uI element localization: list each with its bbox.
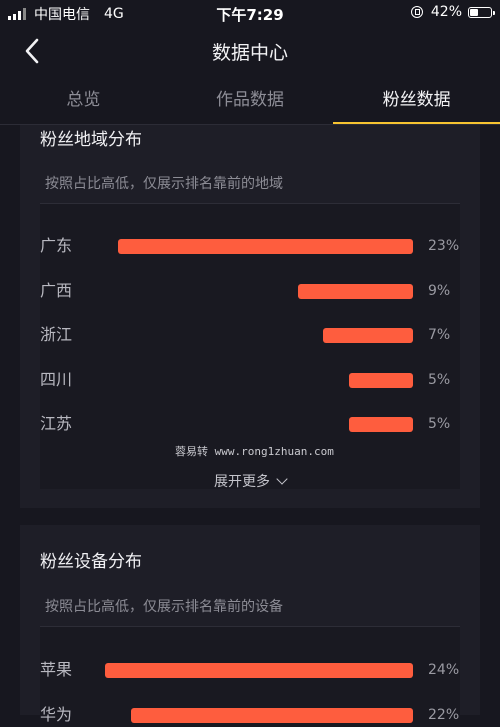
- region-name: 广西: [40, 280, 73, 300]
- region-percent: 5%: [428, 371, 451, 388]
- device-card-subtitle: 按照占比高低，仅展示排名靠前的设备: [45, 599, 283, 615]
- fan-region-card: 粉丝地域分布 按照占比高低，仅展示排名靠前的地域 广东 23% 广西 9% 浙江 7% 四川…: [20, 125, 480, 508]
- region-percent: 23%: [428, 238, 460, 254]
- rotation-lock-icon: [410, 6, 423, 18]
- device-name: 苹果: [40, 660, 73, 679]
- watermark-text: 蓉易转 www.rong1zhuan.com: [175, 445, 334, 458]
- device-percent: 22%: [428, 706, 460, 723]
- region-name: 江苏: [40, 414, 73, 434]
- status-bar: 中国电信 4G 下午7:29 42%: [0, 0, 500, 26]
- device-bar: [105, 663, 413, 678]
- nav-bar: 数据中心: [0, 26, 500, 76]
- expand-more-button[interactable]: 展开更多: [20, 471, 480, 491]
- region-name: 广东: [40, 236, 73, 255]
- region-name: 四川: [40, 369, 73, 389]
- region-bar: [348, 372, 413, 388]
- tab-works-data[interactable]: 作品数据: [167, 80, 334, 124]
- region-row: 四川 5%: [20, 368, 480, 392]
- expand-more-label: 展开更多: [214, 474, 270, 490]
- region-card-title: 粉丝地域分布: [40, 130, 142, 150]
- region-row: 浙江 7%: [20, 323, 480, 347]
- battery-icon: [468, 6, 495, 18]
- device-row: 华为 22%: [20, 703, 480, 727]
- device-name: 华为: [40, 704, 73, 724]
- region-bar: [323, 328, 413, 344]
- region-row: 广东 23%: [20, 234, 480, 258]
- device-row: 苹果 24%: [20, 658, 480, 682]
- region-bar: [297, 283, 413, 299]
- tab-overview[interactable]: 总览: [0, 80, 167, 124]
- region-percent: 7%: [428, 327, 451, 344]
- battery-fill: [470, 8, 478, 16]
- chevron-down-icon: [276, 473, 288, 485]
- device-percent: 24%: [428, 662, 460, 678]
- tab-bar: 总览 作品数据 粉丝数据: [0, 80, 500, 124]
- battery-percent: 42%: [430, 4, 462, 20]
- region-row: 江苏 5%: [20, 412, 480, 436]
- region-card-subtitle: 按照占比高低，仅展示排名靠前的地域: [45, 176, 283, 192]
- region-row: 广西 9%: [20, 279, 480, 303]
- status-right: 42%: [410, 4, 495, 20]
- region-bar: [118, 239, 413, 254]
- device-bar: [130, 707, 413, 723]
- fan-device-card: 粉丝设备分布 按照占比高低，仅展示排名靠前的设备 苹果 24% 华为 22%: [20, 525, 480, 727]
- tab-fans-data[interactable]: 粉丝数据: [333, 80, 500, 124]
- page-title: 数据中心: [211, 42, 288, 64]
- region-bar: [348, 417, 413, 433]
- device-card-title: 粉丝设备分布: [40, 552, 142, 572]
- region-name: 浙江: [40, 325, 73, 345]
- region-percent: 5%: [428, 416, 451, 433]
- region-percent: 9%: [428, 282, 451, 299]
